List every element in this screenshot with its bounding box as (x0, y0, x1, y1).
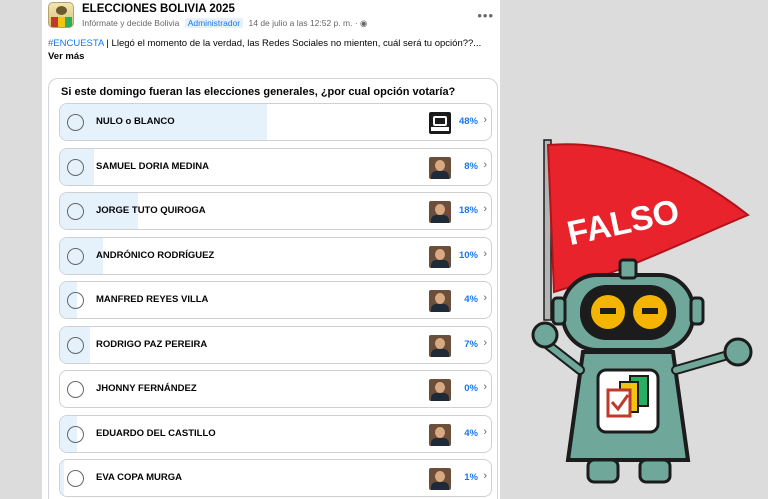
poll-option-avatar[interactable] (429, 379, 451, 401)
radio-button[interactable] (67, 425, 84, 443)
poll-option[interactable]: EVA COPA MURGA 1% › (59, 459, 492, 497)
radio-button[interactable] (67, 203, 84, 220)
chevron-right-icon[interactable]: › (483, 426, 487, 438)
poll-option[interactable]: MANFRED REYES VILLA 4% › (59, 281, 492, 319)
poll-option-percent: 8% (464, 160, 478, 172)
radio-button[interactable] (67, 114, 84, 131)
chevron-right-icon[interactable]: › (483, 381, 487, 393)
poll-option-label: SAMUEL DORIA MEDINA (96, 160, 209, 172)
post-subtitle[interactable]: Infórmate y decide Bolivia (82, 18, 179, 28)
poll-option-label: JORGE TUTO QUIROGA (96, 205, 206, 216)
radio-button[interactable] (67, 247, 84, 265)
poll-option[interactable]: ANDRÓNICO RODRÍGUEZ 10% › (59, 236, 492, 275)
poll-option-label: RODRIGO PAZ PEREIRA (96, 338, 208, 350)
poll-option-label: MANFRED REYES VILLA (96, 294, 209, 305)
hashtag-link[interactable]: #ENCUESTA (48, 38, 104, 49)
poll-option-percent: 48% (458, 116, 478, 127)
poll-card: Si este domingo fueran las elecciones ge… (48, 78, 498, 499)
poll-option[interactable]: JHONNY FERNÁNDEZ 0% › (59, 370, 492, 408)
poll-option-avatar[interactable] (429, 334, 451, 357)
poll-option-percent: 10% (458, 249, 478, 261)
poll-option-percent: 4% (464, 427, 478, 439)
post-text: #ENCUESTA | Llegó el momento de la verda… (48, 37, 498, 50)
falso-stamp-illustration: FALSO (531, 139, 753, 484)
poll-option-percent: 18% (458, 205, 478, 216)
poll-option-label: ANDRÓNICO RODRÍGUEZ (96, 249, 215, 261)
poll-option-percent: 1% (464, 472, 478, 483)
poll-option-percent: 4% (464, 294, 478, 305)
chevron-right-icon[interactable]: › (483, 248, 487, 260)
poll-option-avatar[interactable] (429, 423, 451, 446)
poll-option-label: JHONNY FERNÁNDEZ (96, 383, 197, 394)
chevron-right-icon[interactable]: › (483, 203, 487, 215)
poll-option[interactable]: JORGE TUTO QUIROGA 18% › (59, 192, 492, 230)
chevron-right-icon[interactable]: › (483, 114, 487, 126)
radio-button[interactable] (67, 292, 84, 309)
poll-option-percent: 0% (464, 383, 478, 394)
poll-option-avatar[interactable] (429, 245, 451, 268)
more-horizontal-icon[interactable]: ••• (477, 8, 494, 23)
poll-option[interactable]: SAMUEL DORIA MEDINA 8% › (59, 147, 492, 186)
poll-option[interactable]: NULO o BLANCO 48% › (59, 103, 492, 141)
facebook-post: ELECCIONES BOLIVIA 2025 Infórmate y deci… (42, 0, 500, 499)
poll-option-avatar[interactable] (429, 112, 451, 134)
post-meta: Infórmate y decide Bolivia Administrador… (82, 18, 367, 29)
poll-option-label: EDUARDO DEL CASTILLO (96, 427, 216, 439)
see-more-link[interactable]: Ver más (48, 51, 84, 62)
group-avatar[interactable] (48, 2, 74, 28)
poll-option-label: EVA COPA MURGA (96, 472, 183, 483)
group-name[interactable]: ELECCIONES BOLIVIA 2025 (82, 3, 235, 15)
poll-option-avatar[interactable] (429, 201, 451, 223)
poll-option[interactable]: RODRIGO PAZ PEREIRA 7% › (59, 325, 492, 364)
globe-icon: ◉ (360, 18, 368, 28)
poll-option-result-bar (60, 460, 65, 496)
chevron-right-icon[interactable]: › (483, 337, 487, 349)
post-body: | Llegó el momento de la verdad, las Red… (103, 38, 482, 49)
poll-option-label: NULO o BLANCO (96, 116, 175, 127)
radio-button[interactable] (67, 381, 84, 398)
poll-option-percent: 7% (464, 338, 478, 350)
chevron-right-icon[interactable]: › (483, 292, 487, 304)
poll-option[interactable]: EDUARDO DEL CASTILLO 4% › (59, 414, 492, 453)
radio-button[interactable] (67, 336, 84, 354)
chevron-right-icon[interactable]: › (483, 159, 487, 171)
post-header: ELECCIONES BOLIVIA 2025 Infórmate y deci… (48, 2, 494, 36)
post-timestamp[interactable]: 14 de julio a las 12:52 p. m. · (249, 18, 358, 28)
poll-option-avatar[interactable] (429, 468, 451, 490)
role-badge: Administrador (184, 18, 244, 28)
poll-option-avatar[interactable] (429, 290, 451, 312)
radio-button[interactable] (67, 470, 84, 487)
chevron-right-icon[interactable]: › (483, 470, 487, 482)
poll-question: Si este domingo fueran las elecciones ge… (61, 86, 456, 98)
poll-option-avatar[interactable] (429, 156, 451, 179)
radio-button[interactable] (67, 158, 84, 176)
